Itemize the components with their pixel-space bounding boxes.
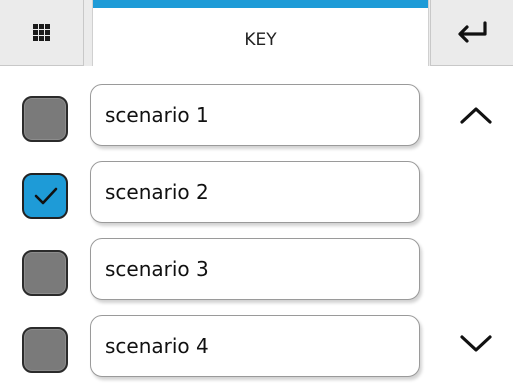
- checkmark-icon: [34, 187, 58, 205]
- chevron-down-icon: [460, 335, 492, 352]
- scenario-name-field[interactable]: scenario 1: [90, 84, 420, 146]
- menu-button[interactable]: [0, 0, 84, 66]
- scenario-row: scenario 3: [0, 238, 440, 304]
- return-arrow-icon: [458, 20, 487, 43]
- scenario-label: scenario 3: [105, 257, 209, 281]
- scenario-row: scenario 1: [0, 84, 440, 150]
- scroll-up-button[interactable]: [448, 90, 504, 140]
- scenario-label: scenario 4: [105, 334, 209, 358]
- scenario-name-field[interactable]: scenario 4: [90, 315, 420, 377]
- scenario-name-field[interactable]: scenario 2: [90, 161, 420, 223]
- title-tab: KEY: [92, 0, 429, 66]
- scenario-checkbox[interactable]: [22, 96, 68, 142]
- screen: KEY scenario 1 scenario 2 scenario 3 sce…: [0, 0, 513, 384]
- chevron-up-icon: [460, 107, 492, 124]
- scenario-checkbox[interactable]: [22, 250, 68, 296]
- enter-button[interactable]: [430, 0, 513, 66]
- scenario-row: scenario 2: [0, 161, 440, 227]
- scenario-row: scenario 4: [0, 315, 440, 381]
- scenario-label: scenario 1: [105, 103, 209, 127]
- grid-icon: [33, 24, 50, 41]
- scenario-checkbox[interactable]: [22, 327, 68, 373]
- scenario-name-field[interactable]: scenario 3: [90, 238, 420, 300]
- scroll-down-button[interactable]: [448, 318, 504, 368]
- scenario-label: scenario 2: [105, 180, 209, 204]
- header-bar: KEY: [0, 0, 513, 66]
- scenario-checkbox-checked[interactable]: [22, 173, 68, 219]
- page-title: KEY: [244, 30, 277, 50]
